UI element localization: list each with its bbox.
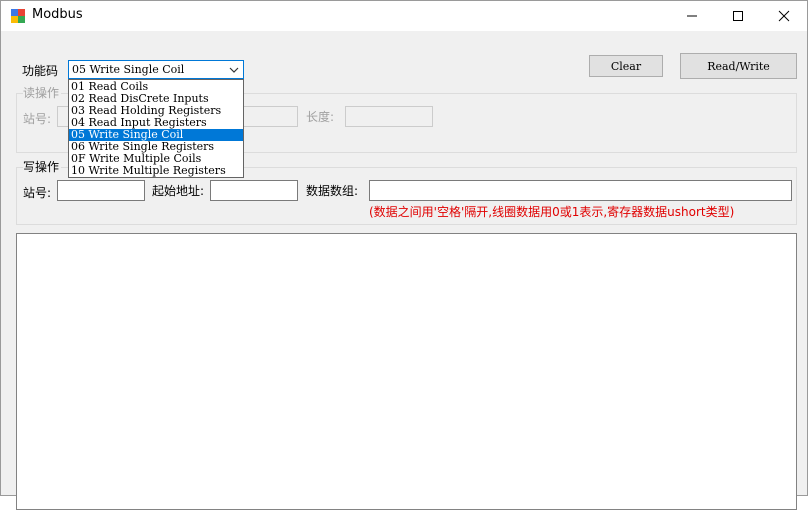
function-code-selected-value: 05 Write Single Coil bbox=[72, 63, 185, 76]
chevron-down-icon[interactable] bbox=[228, 64, 240, 76]
read-write-button[interactable]: Read/Write bbox=[680, 53, 797, 79]
window-title: Modbus bbox=[32, 7, 83, 22]
output-textarea[interactable] bbox=[16, 233, 797, 510]
maximize-icon bbox=[733, 11, 743, 21]
read-station-label: 站号: bbox=[23, 112, 52, 126]
write-start-address-input[interactable] bbox=[210, 180, 298, 201]
write-data-array-input[interactable] bbox=[369, 180, 792, 201]
close-icon bbox=[778, 10, 790, 22]
minimize-icon bbox=[687, 15, 697, 17]
read-group-title: 读操作 bbox=[23, 84, 62, 101]
write-data-array-label: 数据数组: bbox=[306, 184, 359, 198]
write-group-title: 写操作 bbox=[23, 158, 62, 175]
read-length-label: 长度: bbox=[306, 110, 335, 124]
modbus-window: Modbus 功能码 05 Write Single Coil 01 Read … bbox=[0, 0, 808, 510]
title-bar[interactable]: Modbus bbox=[1, 1, 807, 31]
read-length-input[interactable] bbox=[345, 106, 433, 127]
clear-button[interactable]: Clear bbox=[589, 55, 663, 77]
close-button[interactable] bbox=[761, 1, 807, 31]
write-start-address-label: 起始地址: bbox=[152, 184, 205, 198]
client-area: 功能码 05 Write Single Coil 01 Read Coils 0… bbox=[1, 31, 807, 510]
function-code-label: 功能码 bbox=[22, 64, 59, 78]
function-code-dropdown: 01 Read Coils 02 Read DisCrete Inputs 03… bbox=[68, 79, 244, 178]
write-data-hint: (数据之间用'空格'隔开,线圈数据用0或1表示,寄存器数据ushort类型) bbox=[369, 205, 735, 219]
function-code-select[interactable]: 05 Write Single Coil bbox=[68, 60, 244, 79]
maximize-button[interactable] bbox=[715, 1, 761, 31]
minimize-button[interactable] bbox=[669, 1, 715, 31]
write-station-label: 站号: bbox=[23, 186, 52, 200]
dropdown-option[interactable]: 10 Write Multiple Registers bbox=[69, 165, 243, 177]
modbus-app-icon bbox=[11, 9, 25, 23]
write-station-input[interactable] bbox=[57, 180, 145, 201]
